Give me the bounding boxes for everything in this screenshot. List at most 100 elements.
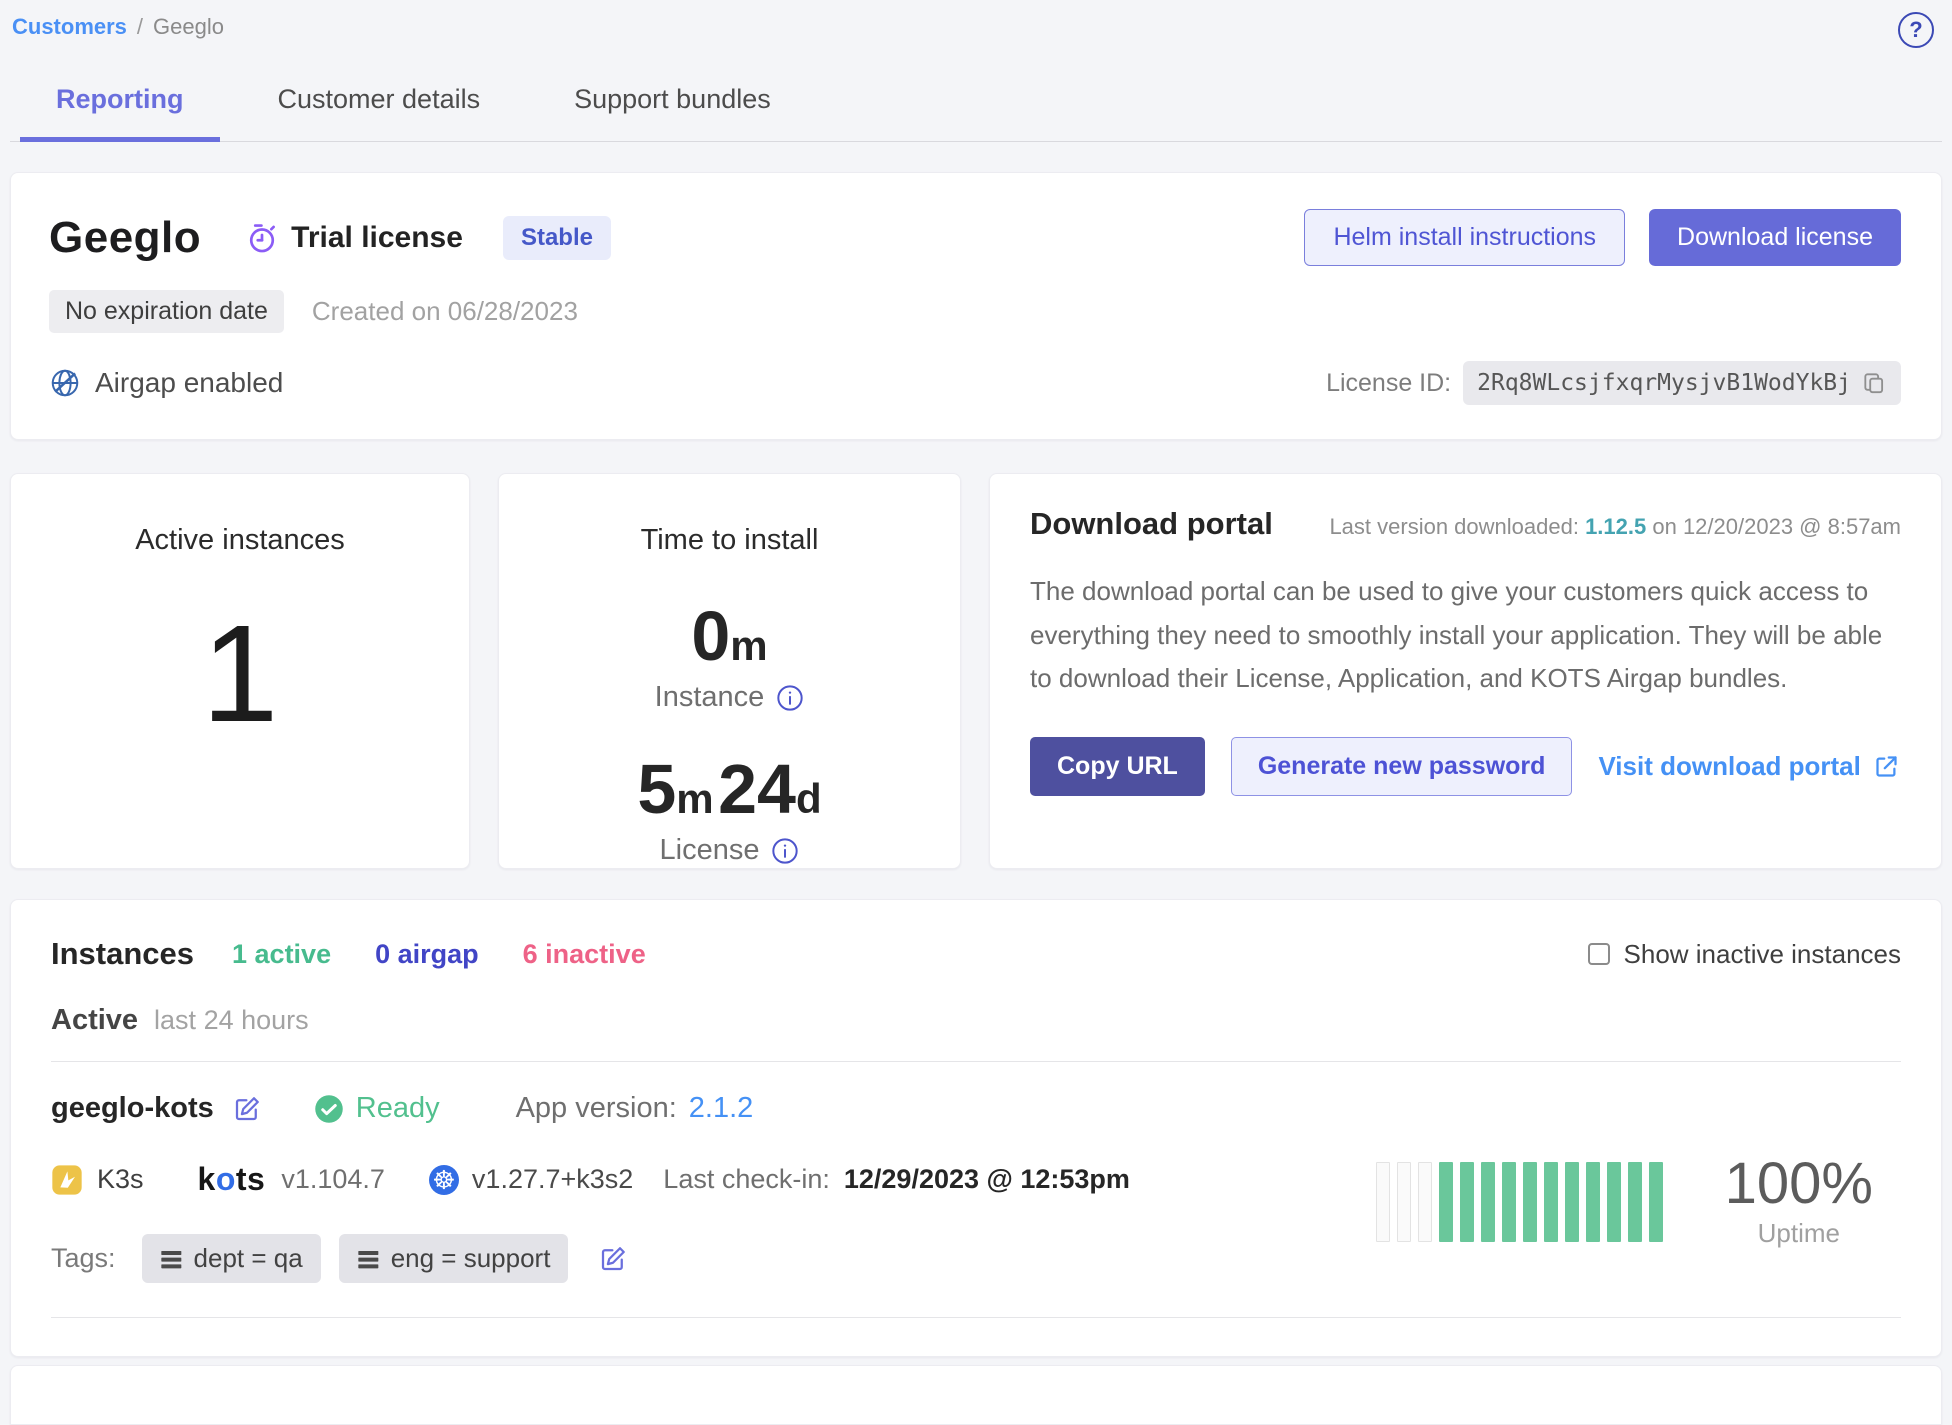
time-to-install-title: Time to install: [499, 524, 960, 557]
edit-tags-icon[interactable]: [598, 1244, 628, 1274]
divider: [51, 1061, 1901, 1062]
created-date-text: Created on 06/28/2023: [312, 296, 578, 327]
last-version-date: on 12/20/2023 @ 8:57am: [1652, 514, 1901, 539]
instance-time-unit: m: [730, 622, 767, 669]
uptime-bar-filled: [1607, 1162, 1621, 1242]
info-icon[interactable]: [771, 837, 799, 865]
tag-pill[interactable]: eng = support: [339, 1234, 569, 1283]
stats-row: Active instances 1 Time to install 0m In…: [10, 473, 1942, 869]
trial-timer-icon: [245, 221, 279, 255]
show-inactive-label: Show inactive instances: [1624, 939, 1901, 970]
ready-check-icon: [314, 1094, 344, 1124]
download-license-button[interactable]: Download license: [1649, 209, 1901, 266]
uptime-zone: 100% Uptime: [1376, 1120, 1901, 1283]
tag-bars-icon: [160, 1247, 184, 1271]
kubernetes-version: v1.27.7+k3s2: [472, 1164, 633, 1195]
uptime-bar-filled: [1523, 1162, 1537, 1242]
instance-time-label: Instance: [655, 681, 765, 714]
visit-portal-label: Visit download portal: [1598, 751, 1860, 782]
uptime-bar-filled: [1628, 1162, 1642, 1242]
airgap-enabled-label: Airgap enabled: [95, 367, 283, 399]
time-to-install-card: Time to install 0m Instance 5m 24d Licen…: [498, 473, 961, 869]
last-version-link[interactable]: 1.12.5: [1585, 514, 1646, 539]
uptime-bar-filled: [1460, 1162, 1474, 1242]
instance-install-time: 0m: [499, 601, 960, 671]
tag-label: eng = support: [391, 1243, 551, 1274]
last-checkin-value: 12/29/2023 @ 12:53pm: [844, 1164, 1130, 1195]
info-icon[interactable]: [776, 684, 804, 712]
tags-label: Tags:: [51, 1243, 116, 1274]
active-group-title: Active: [51, 1004, 138, 1037]
license-id-value[interactable]: 2Rq8WLcsjfxqrMysjvB1WodYkBj: [1463, 361, 1901, 405]
expiration-badge: No expiration date: [49, 290, 284, 333]
license-type-label: Trial license: [291, 221, 463, 255]
breadcrumb-customers-link[interactable]: Customers: [12, 14, 127, 40]
help-icon[interactable]: ?: [1898, 12, 1934, 48]
generate-password-button[interactable]: Generate new password: [1231, 737, 1573, 796]
tab-reporting[interactable]: Reporting: [20, 84, 220, 142]
tag-bars-icon: [357, 1247, 381, 1271]
customer-reporting-page: Customers / Geeglo ? Reporting Customer …: [0, 0, 1952, 1425]
visit-download-portal-link[interactable]: Visit download portal: [1598, 751, 1899, 782]
uptime-bars: [1376, 1162, 1663, 1242]
kubernetes-icon: ☸: [429, 1165, 459, 1195]
customer-name: Geeglo: [49, 213, 201, 263]
license-time-number-2: 24: [718, 750, 796, 828]
uptime-bar-filled: [1586, 1162, 1600, 1242]
license-time-label: License: [660, 834, 760, 867]
show-inactive-checkbox[interactable]: [1588, 943, 1610, 965]
uptime-label: Uptime: [1725, 1218, 1873, 1249]
uptime-bar-empty: [1397, 1162, 1411, 1242]
uptime-bar-filled: [1439, 1162, 1453, 1242]
airgap-count[interactable]: 0 airgap: [375, 939, 479, 970]
copy-icon[interactable]: [1861, 370, 1887, 396]
active-count[interactable]: 1 active: [232, 939, 331, 970]
distro-name: K3s: [97, 1164, 144, 1195]
show-inactive-toggle[interactable]: Show inactive instances: [1588, 939, 1901, 970]
airgap-globe-icon: [49, 367, 81, 399]
download-portal-card: Download portal Last version downloaded:…: [989, 473, 1942, 869]
license-id-label: License ID:: [1326, 369, 1451, 398]
edit-instance-name-icon[interactable]: [232, 1094, 262, 1124]
instance-details: geeglo-kots Ready App version:: [51, 1092, 1130, 1283]
license-install-time: 5m 24d: [499, 754, 960, 824]
license-time-unit-1: m: [676, 775, 713, 822]
uptime-percentage: 100%: [1725, 1154, 1873, 1215]
inactive-count[interactable]: 6 inactive: [523, 939, 646, 970]
kots-logo: kots: [198, 1161, 266, 1198]
tag-label: dept = qa: [194, 1243, 303, 1274]
active-instances-title: Active instances: [11, 524, 469, 557]
tag-pill[interactable]: dept = qa: [142, 1234, 321, 1283]
uptime-bar-empty: [1376, 1162, 1390, 1242]
tab-bar: Reporting Customer details Support bundl…: [10, 84, 1942, 142]
helm-install-instructions-button[interactable]: Helm install instructions: [1304, 209, 1625, 266]
instance-row: geeglo-kots Ready App version:: [51, 1092, 1901, 1283]
external-link-icon: [1873, 753, 1900, 780]
uptime-bar-empty: [1418, 1162, 1432, 1242]
uptime-bar-filled: [1544, 1162, 1558, 1242]
uptime-bar-filled: [1565, 1162, 1579, 1242]
license-summary-card: Geeglo Trial license Stable Helm install…: [10, 172, 1942, 440]
active-group-range: last 24 hours: [154, 1005, 309, 1036]
last-version-downloaded: Last version downloaded: 1.12.5 on 12/20…: [1329, 514, 1901, 540]
divider: [51, 1317, 1901, 1318]
instances-title: Instances: [51, 936, 194, 972]
k3s-icon: [51, 1164, 83, 1196]
instance-time-number: 0: [691, 597, 730, 675]
uptime-bar-filled: [1502, 1162, 1516, 1242]
uptime-bar-filled: [1481, 1162, 1495, 1242]
uptime-bar-filled: [1649, 1162, 1663, 1242]
active-instances-count: 1: [11, 605, 469, 743]
tab-customer-details[interactable]: Customer details: [242, 84, 517, 141]
last-checkin-label: Last check-in:: [663, 1164, 830, 1195]
license-id-text: 2Rq8WLcsjfxqrMysjvB1WodYkBj: [1477, 370, 1851, 396]
channel-badge: Stable: [503, 216, 611, 260]
copy-url-button[interactable]: Copy URL: [1030, 737, 1205, 796]
download-portal-description: The download portal can be used to give …: [1030, 570, 1901, 701]
app-version-link[interactable]: 2.1.2: [689, 1092, 754, 1125]
tab-support-bundles[interactable]: Support bundles: [538, 84, 807, 141]
last-version-label: Last version downloaded:: [1329, 514, 1579, 539]
breadcrumb: Customers / Geeglo: [10, 14, 1942, 40]
tags-list: dept = qa eng = support: [142, 1234, 569, 1283]
download-portal-title: Download portal: [1030, 506, 1273, 542]
